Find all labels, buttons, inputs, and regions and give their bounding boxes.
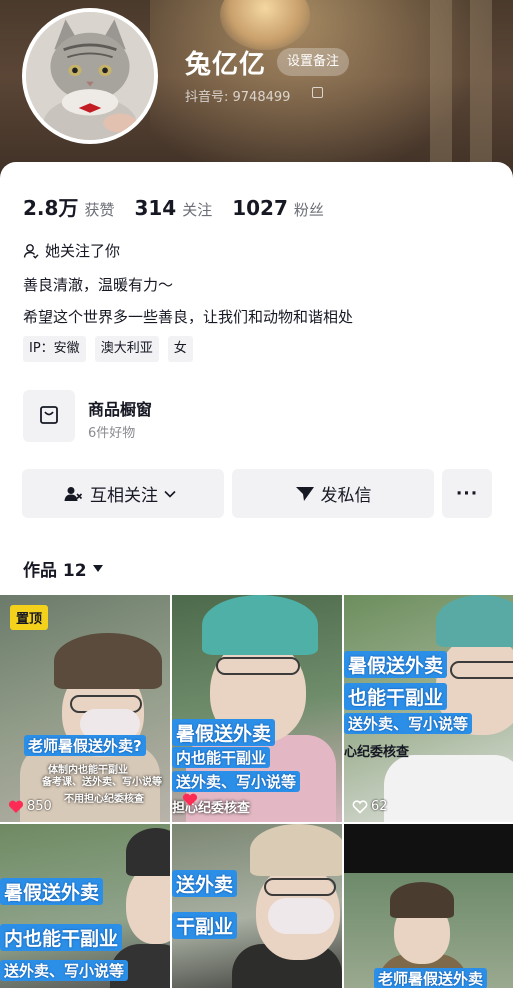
mutual-follow-icon — [64, 486, 83, 501]
video-caption: 内也能干副业 — [172, 747, 271, 768]
followers-count[interactable]: 1027 — [232, 196, 288, 220]
video-caption: 暑假送外卖 — [344, 651, 448, 678]
send-message-button[interactable]: 发私信 — [232, 469, 434, 518]
user-icon — [23, 243, 39, 259]
video-figure — [126, 828, 170, 876]
video-figure — [126, 864, 170, 944]
set-remark-button[interactable]: 设置备注 — [277, 48, 350, 76]
works-tab[interactable]: 作品 12 — [23, 556, 103, 581]
video-caption: 不用担心纪委核查 — [64, 794, 144, 805]
video-caption: 内也能干副业 — [0, 924, 123, 951]
chevron-down-icon — [164, 490, 176, 498]
profile-name: 兔亿亿 — [185, 50, 267, 80]
followers-label: 粉丝 — [293, 201, 324, 219]
video-thumbnail[interactable]: 送外卖 干副业 — [172, 824, 342, 988]
shop-window-tile[interactable] — [23, 390, 75, 442]
copy-icon[interactable] — [312, 87, 323, 98]
video-caption: 老师暑假送外卖 — [374, 968, 488, 988]
video-figure — [54, 633, 162, 689]
video-thumbnail[interactable]: 暑假送外卖 内也能干副业 送外卖、写小说等 — [0, 824, 170, 988]
ip-location-tag: IP：安徽 — [23, 336, 86, 362]
video-grid: 置顶 老师暑假送外卖? 体制内也能干副业 备考课、送外卖、写小说等 不用担心纪委… — [0, 595, 513, 988]
video-caption: 心纪委核查 — [344, 745, 410, 760]
like-count: 850 — [27, 799, 52, 814]
video-figure — [384, 755, 513, 822]
video-caption: 备考课、送外卖、写小说等 — [42, 777, 162, 788]
video-caption: 老师暑假送外卖? — [24, 735, 146, 756]
avatar[interactable] — [22, 8, 158, 144]
video-caption: 送外卖、写小说等 — [344, 713, 473, 734]
video-caption: 送外卖 — [172, 870, 238, 897]
video-figure — [450, 661, 513, 679]
video-caption: 暑假送外卖 — [0, 878, 104, 905]
heart-outline-icon — [352, 799, 368, 814]
video-thumbnail[interactable]: 暑假送外卖 内也能干副业 送外卖、写小说等 担心纪委核查 — [172, 595, 342, 822]
video-figure — [264, 878, 336, 896]
video-likes: 850 — [8, 799, 52, 814]
video-caption: 也能干副业 — [344, 683, 448, 710]
paper-plane-icon — [295, 486, 314, 501]
video-figure — [216, 657, 300, 675]
mutual-follow-button[interactable]: 互相关注 — [22, 469, 224, 518]
like-count: 62 — [371, 799, 388, 814]
heart-icon — [182, 793, 198, 806]
video-figure — [268, 898, 334, 934]
gender-tag: 女 — [167, 336, 193, 362]
profile-stats: 2.8万 获赞 314 关注 1027 粉丝 — [23, 192, 344, 221]
video-figure — [390, 882, 454, 918]
following-label: 关注 — [182, 201, 213, 219]
video-thumbnail[interactable]: 置顶 老师暑假送外卖? 体制内也能干副业 备考课、送外卖、写小说等 不用担心纪委… — [0, 595, 170, 822]
following-count[interactable]: 314 — [134, 196, 176, 220]
video-caption: 暑假送外卖 — [172, 719, 276, 746]
shopping-bag-icon — [40, 406, 58, 424]
send-message-label: 发私信 — [320, 486, 372, 506]
douyin-id: 抖音号: 9748499 — [185, 90, 291, 105]
shop-window-title[interactable]: 商品橱窗 — [88, 396, 152, 420]
profile-tags: IP：安徽 澳大利亚 女 — [23, 336, 202, 362]
video-figure — [436, 595, 513, 647]
likes-count[interactable]: 2.8万 — [23, 192, 78, 221]
more-options-button[interactable]: ··· — [442, 469, 492, 518]
cat-avatar-image — [26, 12, 154, 140]
follows-you-indicator: 她关注了你 — [23, 240, 120, 261]
works-tab-label: 作品 12 — [23, 561, 87, 581]
bio-line-2: 希望这个世界多一些善良，让我们和动物和谐相处 — [23, 308, 354, 326]
video-caption: 送外卖、写小说等 — [172, 771, 301, 792]
pinned-badge: 置顶 — [10, 605, 49, 630]
video-thumbnail[interactable]: 暑假送外卖 也能干副业 送外卖、写小说等 心纪委核查 62 — [344, 595, 513, 822]
video-figure — [202, 595, 318, 655]
video-thumbnail[interactable]: 老师暑假送外卖 — [344, 824, 513, 988]
shop-window-subtitle: 6件好物 — [88, 426, 136, 441]
video-caption: 干副业 — [172, 912, 238, 939]
likes-label: 获赞 — [84, 201, 115, 219]
country-tag: 澳大利亚 — [94, 336, 159, 362]
follows-you-text: 她关注了你 — [45, 242, 121, 260]
video-caption: 送外卖、写小说等 — [0, 960, 129, 981]
video-likes: 62 — [352, 799, 388, 814]
video-figure — [250, 824, 342, 876]
heart-icon — [8, 800, 24, 813]
mutual-follow-label: 互相关注 — [90, 486, 158, 506]
caret-down-icon — [92, 565, 103, 572]
bio-line-1: 善良清澈，温暖有力～ — [23, 276, 174, 294]
